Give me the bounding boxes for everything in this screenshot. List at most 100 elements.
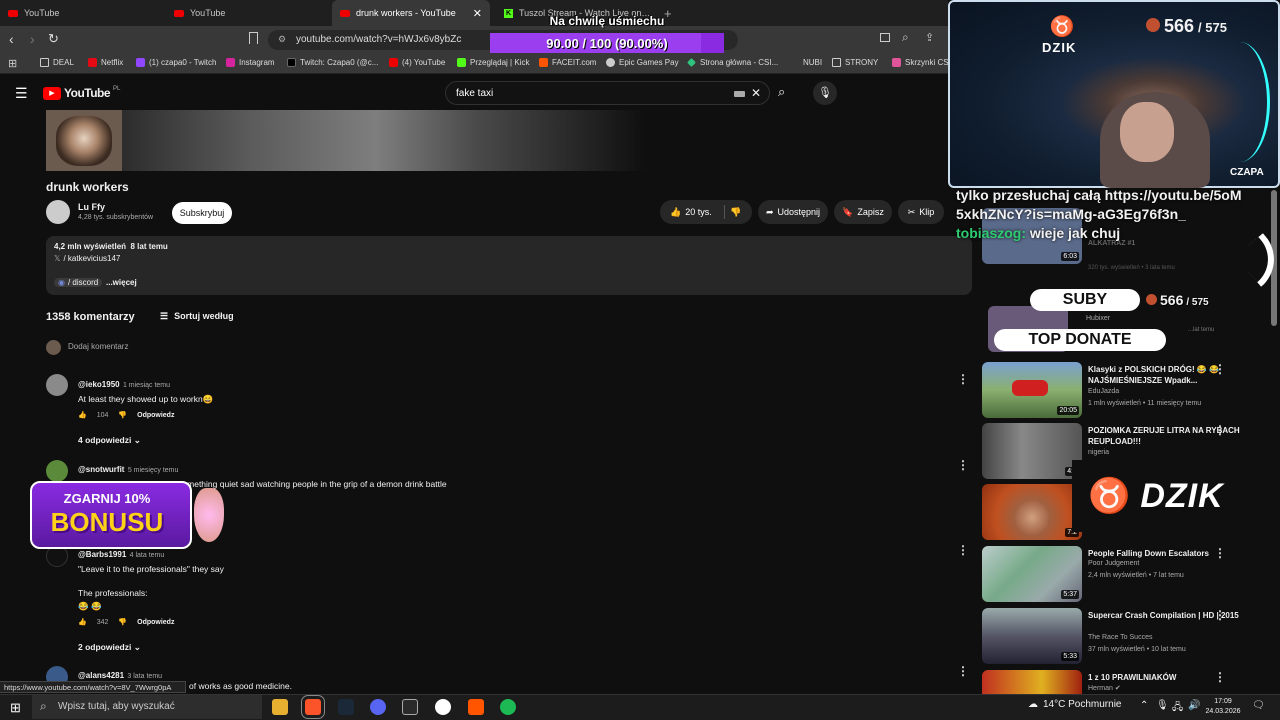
keyboard-icon[interactable] [734, 91, 745, 97]
taskbar-search[interactable]: ⌕ Wpisz tutaj, aby wyszukać [32, 695, 262, 719]
cast-icon[interactable] [880, 33, 890, 42]
site-info-icon[interactable]: ⚙ [278, 34, 286, 45]
discord-icon[interactable] [370, 699, 386, 715]
more-options-icon[interactable]: ⋮ [1214, 546, 1226, 560]
replies-toggle[interactable]: 4 odpowiedzi ⌄ [78, 435, 578, 446]
bookmark-skrzynki[interactable]: Skrzynki CSx [892, 58, 953, 67]
reply-button[interactable]: Odpowiedz [137, 619, 174, 626]
reload-icon[interactable]: ↻ [48, 31, 59, 47]
clip-button[interactable]: ✂ Klip [898, 200, 944, 224]
add-comment-input[interactable]: Dodaj komentarz [68, 342, 128, 351]
close-tab-icon[interactable]: ✕ [473, 7, 482, 20]
thumbs-down-icon[interactable]: 👎 [118, 411, 127, 419]
bookmark-epic[interactable]: Epic Games Pay [606, 58, 679, 67]
bookmark-kick[interactable]: Przeglądaj | Kick [457, 58, 529, 67]
comment-author[interactable]: @Barbs1991 [78, 550, 126, 559]
rec-item[interactable]: 5:33 Supercar Crash Compilation | HD | 2… [982, 608, 1277, 664]
search-input[interactable]: fake taxi [445, 81, 770, 105]
divider [724, 205, 725, 219]
sort-icon: ☰ [160, 311, 169, 321]
promo-banner[interactable]: ZGARNIJ 10% BONUSU [30, 481, 192, 549]
youtube-logo[interactable]: ▶ YouTube PL [43, 86, 120, 100]
faceit-app-icon[interactable] [435, 699, 451, 715]
dislike-button[interactable]: 👎 [730, 207, 741, 218]
share-page-icon[interactable]: ⇪ [925, 31, 934, 44]
notification-icon[interactable]: 🗨 [1252, 700, 1265, 711]
channel-name[interactable]: Lu Ffy [78, 202, 105, 212]
rec-channel: EduJazda [1088, 388, 1120, 395]
more-options-icon[interactable]: ⋮ [1214, 423, 1226, 437]
rec-item[interactable]: 1 z 10 PRAWILNIAKÓW Herman ✔ ⋮ [982, 670, 1277, 694]
bookmark-strony[interactable]: STRONY [832, 58, 878, 67]
rec-item[interactable]: 5:37 People Falling Down Escalators Poor… [982, 546, 1277, 602]
back-icon[interactable]: ‹ [9, 31, 14, 47]
description-link-discord[interactable]: ◉ / discord [54, 278, 103, 287]
clear-search-icon[interactable]: ✕ [751, 86, 761, 100]
microphone-tray-icon[interactable]: 🎙 [1156, 700, 1169, 711]
description-link-x[interactable]: 𝕏 / katkevicius147 [54, 254, 120, 263]
tab-youtube-1[interactable]: YouTube [0, 0, 164, 26]
bookmark-page-icon[interactable] [249, 32, 258, 44]
bookmark-faceit[interactable]: FACEIT.com [539, 58, 596, 67]
clock[interactable]: 17:09 24.03.2026 [1205, 697, 1241, 717]
more-options-icon[interactable]: ⋮ [957, 372, 969, 386]
epic-games-icon[interactable] [402, 699, 418, 715]
bookmark-twitch-czapa0[interactable]: (1) czapa0 - Twitch [136, 58, 216, 67]
zoom-icon[interactable]: ⌕ [902, 30, 909, 45]
tab-youtube-2[interactable]: YouTube [166, 0, 330, 26]
apps-icon[interactable]: ⊞ [8, 57, 17, 70]
comment-author[interactable]: @ieko1950 [78, 380, 120, 389]
bookmark-nubi[interactable]: NUBI [803, 58, 822, 67]
like-button[interactable]: 👍 20 tys. [670, 207, 712, 218]
bookmark-instagram[interactable]: Instagram [226, 58, 275, 67]
subscribe-button[interactable]: Subskrybuj [172, 202, 232, 224]
tab-drunk-workers[interactable]: drunk workers - YouTube ✕ [332, 0, 490, 26]
network-icon[interactable]: 🖧 [1172, 700, 1183, 717]
weather-widget[interactable]: ☁ 14°C Pochmurnie [1028, 699, 1121, 710]
windows-start-icon[interactable]: ⊞ [10, 700, 21, 716]
tray-chevron-icon[interactable]: ⌃ [1140, 700, 1148, 711]
spotify-icon[interactable] [500, 699, 516, 715]
bookmark-twitch-x[interactable]: Twitch: Czapa0 (@c... [287, 58, 378, 67]
share-button[interactable]: ➦ Udostępnij [758, 200, 828, 224]
replies-toggle[interactable]: 2 odpowiedzi ⌄ [78, 642, 578, 653]
more-options-icon[interactable]: ⋮ [1214, 608, 1226, 622]
skrzynki-icon [892, 58, 901, 67]
bookmark-youtube[interactable]: (4) YouTube [389, 58, 445, 67]
comment-author[interactable]: @alans4281 [78, 671, 124, 680]
more-options-icon[interactable]: ⋮ [957, 543, 969, 557]
description-stats: 4,2 mln wyświetleń 8 lat temu [54, 242, 168, 251]
search-button[interactable]: ⌕ [770, 81, 800, 105]
comment-avatar[interactable] [46, 374, 68, 396]
comment-author[interactable]: @snotwurfit [78, 465, 124, 474]
save-button[interactable]: 🔖 Zapisz [834, 200, 892, 224]
file-explorer-icon[interactable] [272, 699, 288, 715]
brave-browser-icon[interactable] [301, 695, 325, 719]
thumbs-down-icon[interactable]: 👎 [118, 618, 127, 626]
faceit-anticheat-icon[interactable] [468, 699, 484, 715]
steam-icon[interactable] [338, 699, 354, 715]
channel-avatar[interactable] [46, 200, 70, 224]
reply-button[interactable]: Odpowiedz [137, 412, 174, 419]
menu-icon[interactable]: ☰ [15, 85, 28, 102]
rec-title: POZIOMKA ZERUJE LITRA NA RYBACH REUPLOAD… [1088, 426, 1240, 446]
video-description[interactable]: 4,2 mln wyświetleń 8 lat temu 𝕏 / katkevi… [46, 236, 972, 295]
more-options-icon[interactable]: ⋮ [1214, 362, 1226, 376]
thumbs-up-icon[interactable]: 👍 [78, 618, 87, 626]
bookmark-deal[interactable]: DEAL [40, 58, 74, 67]
voice-search-button[interactable]: 🎙 [813, 81, 837, 105]
bookmark-netflix[interactable]: Netflix [88, 58, 123, 67]
bookmark-csi[interactable]: Strona główna - CSI... [687, 58, 778, 67]
volume-icon[interactable]: 🔊 [1188, 700, 1200, 711]
forward-icon[interactable]: › [30, 31, 35, 47]
more-options-icon[interactable]: ⋮ [957, 664, 969, 678]
sort-button[interactable]: ☰ Sortuj według [160, 311, 234, 322]
more-options-icon[interactable]: ⋮ [1214, 670, 1226, 684]
video-player[interactable] [46, 110, 970, 171]
rec-item[interactable]: 20:05 Klasyki z POLSKICH DRÓG! 😂 😂 NAJŚM… [982, 362, 1277, 418]
thumbs-up-icon[interactable]: 👍 [78, 411, 87, 419]
comment-avatar[interactable] [46, 460, 68, 482]
description-more[interactable]: ...więcej [106, 278, 137, 287]
comment: @ieko1950 1 miesiąc temu At least they s… [78, 376, 578, 446]
more-options-icon[interactable]: ⋮ [957, 458, 969, 472]
